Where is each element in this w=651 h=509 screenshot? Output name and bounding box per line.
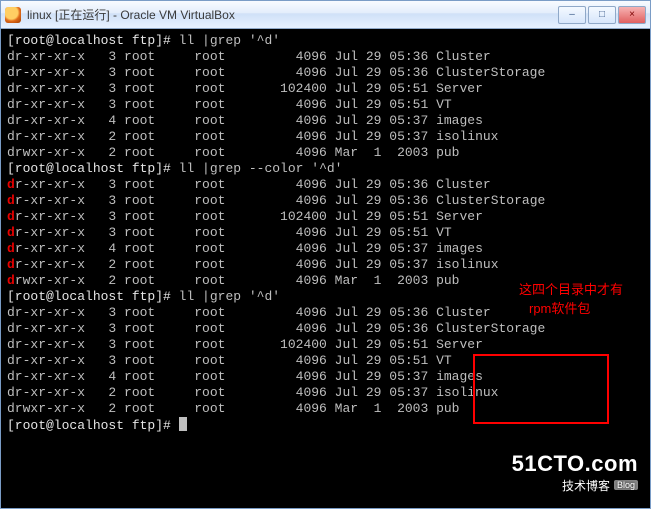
ls-row: dr-xr-xr-x 2 root root 4096 Jul 29 05:37… (7, 257, 644, 273)
maximize-button[interactable]: □ (588, 6, 616, 24)
window-title: linux [正在运行] - Oracle VM VirtualBox (27, 6, 558, 23)
ls-row: dr-xr-xr-x 3 root root 4096 Jul 29 05:51… (7, 353, 644, 369)
ls-row: dr-xr-xr-x 3 root root 4096 Jul 29 05:36… (7, 49, 644, 65)
prompt-line: [root@localhost ftp]# ll |grep --color '… (7, 161, 644, 177)
window-buttons: – □ × (558, 6, 646, 24)
ls-row: drwxr-xr-x 2 root root 4096 Mar 1 2003 p… (7, 401, 644, 417)
ls-row: dr-xr-xr-x 3 root root 4096 Jul 29 05:36… (7, 177, 644, 193)
ls-row: dr-xr-xr-x 3 root root 4096 Jul 29 05:36… (7, 305, 644, 321)
ls-row: dr-xr-xr-x 3 root root 102400 Jul 29 05:… (7, 337, 644, 353)
ls-row: dr-xr-xr-x 2 root root 4096 Jul 29 05:37… (7, 385, 644, 401)
ls-row: dr-xr-xr-x 3 root root 102400 Jul 29 05:… (7, 209, 644, 225)
ls-row: drwxr-xr-x 2 root root 4096 Mar 1 2003 p… (7, 145, 644, 161)
prompt-line: [root@localhost ftp]# (7, 417, 644, 433)
ls-row: drwxr-xr-x 2 root root 4096 Mar 1 2003 p… (7, 273, 644, 289)
cursor (179, 417, 187, 431)
ls-row: dr-xr-xr-x 3 root root 4096 Jul 29 05:36… (7, 321, 644, 337)
ls-row: dr-xr-xr-x 3 root root 4096 Jul 29 05:51… (7, 225, 644, 241)
titlebar[interactable]: linux [正在运行] - Oracle VM VirtualBox – □ … (1, 1, 650, 29)
prompt-line: [root@localhost ftp]# ll |grep '^d' (7, 33, 644, 49)
virtualbox-icon (5, 7, 21, 23)
ls-row: dr-xr-xr-x 4 root root 4096 Jul 29 05:37… (7, 369, 644, 385)
virtualbox-window: linux [正在运行] - Oracle VM VirtualBox – □ … (0, 0, 651, 509)
ls-row: dr-xr-xr-x 3 root root 4096 Jul 29 05:36… (7, 65, 644, 81)
ls-row: dr-xr-xr-x 3 root root 4096 Jul 29 05:51… (7, 97, 644, 113)
ls-row: dr-xr-xr-x 3 root root 4096 Jul 29 05:36… (7, 193, 644, 209)
terminal[interactable]: [root@localhost ftp]# ll |grep '^d'dr-xr… (1, 29, 650, 508)
ls-row: dr-xr-xr-x 4 root root 4096 Jul 29 05:37… (7, 241, 644, 257)
ls-row: dr-xr-xr-x 4 root root 4096 Jul 29 05:37… (7, 113, 644, 129)
ls-row: dr-xr-xr-x 2 root root 4096 Jul 29 05:37… (7, 129, 644, 145)
ls-row: dr-xr-xr-x 3 root root 102400 Jul 29 05:… (7, 81, 644, 97)
minimize-button[interactable]: – (558, 6, 586, 24)
close-button[interactable]: × (618, 6, 646, 24)
prompt-line: [root@localhost ftp]# ll |grep '^d' (7, 289, 644, 305)
